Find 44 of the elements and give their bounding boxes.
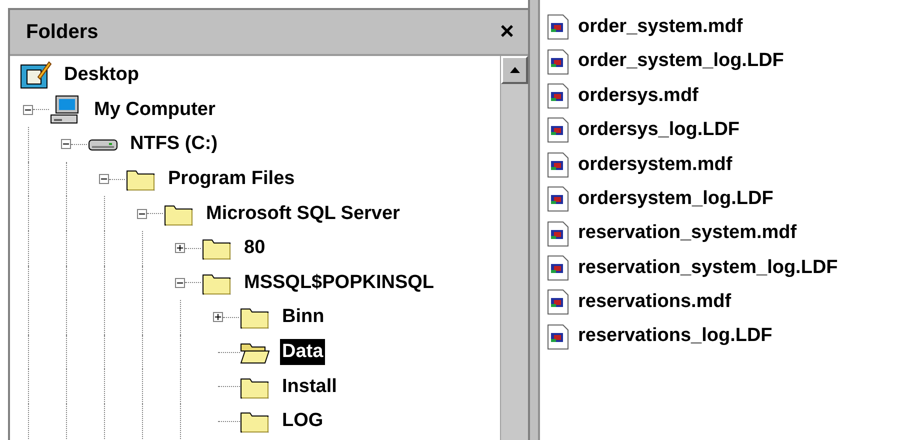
desktop-icon: [20, 61, 52, 90]
file-name[interactable]: order_system.mdf: [578, 12, 743, 42]
tree-item[interactable]: Install: [280, 374, 339, 400]
tree-item[interactable]: My Computer: [92, 96, 218, 123]
database-file-icon: [547, 152, 569, 178]
file-name[interactable]: ordersystem.mdf: [578, 150, 732, 179]
file-name[interactable]: ordersys.mdf: [578, 82, 698, 110]
file-name[interactable]: reservation_system.mdf: [578, 219, 797, 248]
tree-item[interactable]: Microsoft SQL Server: [204, 200, 402, 227]
collapse-toggle-icon[interactable]: [137, 208, 147, 219]
database-file-icon: [547, 48, 569, 75]
database-file-icon: [547, 186, 569, 212]
file-name[interactable]: reservations_log.LDF: [578, 322, 772, 351]
tree-item[interactable]: Desktop: [62, 62, 141, 88]
tree-item[interactable]: 80: [242, 235, 268, 262]
expand-toggle-icon[interactable]: [175, 243, 185, 254]
tree-item[interactable]: MSSQL$POPKINSQL: [242, 270, 436, 296]
database-file-icon: [547, 220, 569, 247]
tree-item[interactable]: Binn: [280, 304, 326, 330]
collapse-toggle-icon[interactable]: [99, 174, 109, 184]
collapse-toggle-icon[interactable]: [23, 104, 33, 115]
database-file-icon: [547, 254, 569, 281]
expand-toggle-icon[interactable]: [213, 312, 223, 322]
database-file-icon: [547, 117, 569, 144]
scrollbar[interactable]: [500, 56, 528, 440]
file-name[interactable]: reservation_system_log.LDF: [578, 254, 838, 282]
file-name[interactable]: order_system_log.LDF: [578, 47, 784, 76]
up-arrow-icon: [510, 67, 520, 73]
database-file-icon: [547, 14, 569, 40]
tree-item[interactable]: Data: [280, 339, 326, 366]
database-file-icon: [547, 324, 569, 350]
file-name[interactable]: reservations.mdf: [578, 288, 732, 317]
database-file-icon: [547, 289, 569, 316]
close-button[interactable]: ×: [500, 20, 514, 44]
scroll-up-button[interactable]: [501, 56, 528, 84]
collapse-toggle-icon[interactable]: [61, 139, 71, 150]
collapse-toggle-icon[interactable]: [175, 278, 185, 288]
tree-item[interactable]: LOG: [280, 408, 326, 434]
tree-item[interactable]: Program Files: [166, 166, 297, 192]
database-file-icon: [547, 82, 569, 109]
file-name[interactable]: ordersys_log.LDF: [578, 116, 740, 145]
tree-item[interactable]: NTFS (C:): [128, 131, 220, 158]
panel-title: Folders: [26, 20, 98, 45]
file-name[interactable]: ordersystem_log.LDF: [578, 184, 774, 214]
